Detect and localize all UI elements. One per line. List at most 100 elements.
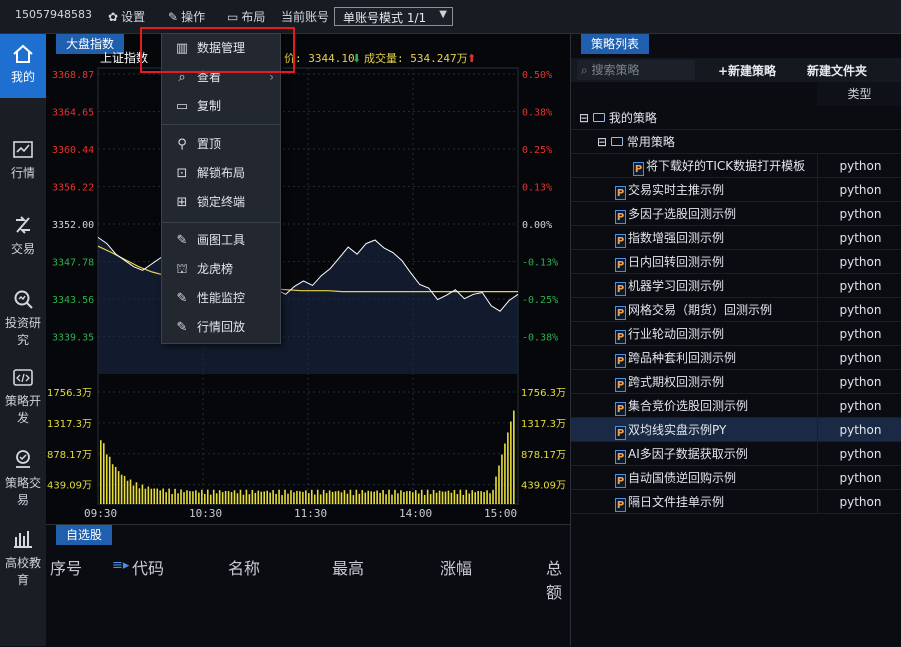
volume-bar <box>376 490 378 504</box>
sidebar-item-education[interactable]: 高校教育 <box>0 518 46 587</box>
strategy-row[interactable]: P 日内回转回测示例 python <box>571 250 901 274</box>
python-file-icon: P <box>615 306 626 320</box>
menu-item-label: 行情回放 <box>197 320 246 334</box>
col-name[interactable]: 名称 <box>228 555 260 579</box>
sidebar-item-mine[interactable]: 我的 <box>0 34 46 98</box>
sidebar-item-trade[interactable]: 交易 <box>0 204 46 268</box>
volume-bar <box>308 493 310 504</box>
type-column-header[interactable]: 类型 <box>817 82 901 106</box>
strategy-row[interactable]: P 网格交易（期货）回测示例 python <box>571 298 901 322</box>
volume-bar <box>373 491 375 504</box>
strategy-row[interactable]: P 将下载好的TICK数据打开模板 python <box>571 154 901 178</box>
volume-bar <box>355 489 358 504</box>
strategy-row[interactable]: P 行业轮动回测示例 python <box>571 322 901 346</box>
volume-bar <box>382 489 384 504</box>
ranking-icon: ⛫ <box>176 262 188 277</box>
time-tick-label: 14:00 <box>399 507 432 520</box>
strategy-row[interactable]: P 机器学习回测示例 python <box>571 274 901 298</box>
col-total[interactable]: 总额 <box>546 555 570 603</box>
layout-button[interactable]: ▭ 布局 <box>227 8 265 25</box>
pct-tick-label: -0.13% <box>522 258 558 269</box>
volume-bar <box>120 474 123 504</box>
strategy-row[interactable]: P 多因子选股回测示例 python <box>571 202 901 226</box>
volume-bar <box>403 492 405 504</box>
sort-icon[interactable]: ≡▸ <box>112 558 129 573</box>
search-placeholder: 搜索策略 <box>591 63 640 77</box>
strategy-row[interactable]: P 隔日文件挂单示例 python <box>571 490 901 514</box>
volume-bar <box>370 491 372 504</box>
strategy-row[interactable]: P 自动国债逆回购示例 python <box>571 466 901 490</box>
col-index[interactable]: 序号 <box>50 555 82 579</box>
volume-bar <box>254 492 257 504</box>
menu-item-ranking[interactable]: ⛫ 龙虎榜 <box>162 255 280 284</box>
strategy-row[interactable]: P 集合竞价选股回测示例 python <box>571 394 901 418</box>
folder-row[interactable]: ⊟ 我的策略 <box>571 106 901 130</box>
volume-bar <box>441 491 444 504</box>
volume-bar <box>132 485 135 504</box>
account-number: 15057948583 <box>15 8 92 21</box>
volume-bar <box>447 490 450 504</box>
operate-button[interactable]: ✎ 操作 <box>168 8 205 25</box>
menu-item-pin-top[interactable]: ⚲ 置顶 <box>162 130 280 159</box>
intraday-chart[interactable]: 3368.87 0.50% 3364.65 0.38% 3360.44 0.25% 3356… <box>46 34 570 524</box>
volume-bar <box>201 489 203 504</box>
strategy-label: 跨品种套利回测示例 <box>628 351 737 365</box>
volume-bar <box>462 494 465 504</box>
tab-strategy-list[interactable]: 策略列表 <box>581 34 650 54</box>
volume-bar <box>489 493 491 504</box>
sidebar-item-strategy-dev[interactable]: 策略开发 <box>0 358 46 425</box>
strategy-row[interactable]: P 双均线实盘示例PY python <box>571 418 901 442</box>
sidebar-item-label: 投资研究 <box>4 316 41 347</box>
volume-bar <box>501 454 503 504</box>
collapse-icon[interactable]: ⊟ <box>597 135 611 149</box>
volume-bar <box>135 482 138 504</box>
account-mode-select[interactable]: 单账号模式 1/1 ▼ <box>334 7 453 26</box>
new-strategy-button[interactable]: +新建策略 <box>718 62 776 79</box>
volume-tick-label: 1317.3万 <box>47 419 92 430</box>
menu-item-unlock-layout[interactable]: ⊡ 解锁布局 <box>162 159 280 188</box>
strategy-name: P AI多因子数据获取示例 <box>615 442 748 466</box>
menu-item-label: 龙虎榜 <box>197 262 234 276</box>
menu-item-lock-terminal[interactable]: ⊞ 锁定终端 <box>162 188 280 217</box>
menu-item-drawing-tool[interactable]: ✎ 画图工具 <box>162 226 280 255</box>
strategy-type: python <box>817 226 901 250</box>
folder-row[interactable]: ⊟ 常用策略 <box>571 130 901 154</box>
volume-tick-label: 878.17万 <box>47 450 92 461</box>
volume-bar <box>206 489 209 504</box>
col-code[interactable]: 代码 <box>132 555 164 579</box>
sidebar-item-strategy-trade[interactable]: 策略交易 <box>0 438 46 507</box>
volume-bar <box>174 488 176 504</box>
sidebar-item-research[interactable]: 投资研究 <box>0 278 46 347</box>
volume-bar <box>221 492 224 504</box>
settings-button[interactable]: ✿ 设置 <box>108 8 145 25</box>
strategy-search-input[interactable]: ⌕ 搜索策略 <box>577 60 695 80</box>
sidebar-item-market[interactable]: 行情 <box>0 130 46 194</box>
volume-bar <box>296 490 298 504</box>
menu-item-market-replay[interactable]: ✎ 行情回放 <box>162 313 280 342</box>
volume-bar <box>444 491 447 504</box>
strategy-row[interactable]: P 跨式期权回测示例 python <box>571 370 901 394</box>
volume-bar <box>352 495 355 504</box>
volume-bar <box>432 490 435 504</box>
volume-bar <box>209 494 212 504</box>
volume-bar <box>385 494 387 504</box>
price-tick-label: 3352.00 <box>52 220 94 231</box>
strategy-row[interactable]: P AI多因子数据获取示例 python <box>571 442 901 466</box>
menu-item-copy[interactable]: ▭ 复制 <box>162 92 280 121</box>
strategy-row[interactable]: P 跨品种套利回测示例 python <box>571 346 901 370</box>
strategy-type: python <box>817 298 901 322</box>
python-file-icon: P <box>615 426 626 440</box>
volume-bar <box>260 491 263 504</box>
volume-bar <box>438 490 441 504</box>
collapse-icon[interactable]: ⊟ <box>579 111 593 125</box>
tab-watchlist[interactable]: 自选股 <box>56 525 113 545</box>
sidebar-item-label: 策略交易 <box>4 476 41 507</box>
col-change[interactable]: 涨幅 <box>440 555 472 579</box>
volume-bar <box>141 484 144 504</box>
menu-item-performance-monitor[interactable]: ✎ 性能监控 <box>162 284 280 313</box>
strategy-row[interactable]: P 指数增强回测示例 python <box>571 226 901 250</box>
new-folder-button[interactable]: 新建文件夹 <box>807 62 867 79</box>
volume-bar <box>429 494 432 504</box>
strategy-row[interactable]: P 交易实时主推示例 python <box>571 178 901 202</box>
col-high[interactable]: 最高 <box>332 555 364 579</box>
